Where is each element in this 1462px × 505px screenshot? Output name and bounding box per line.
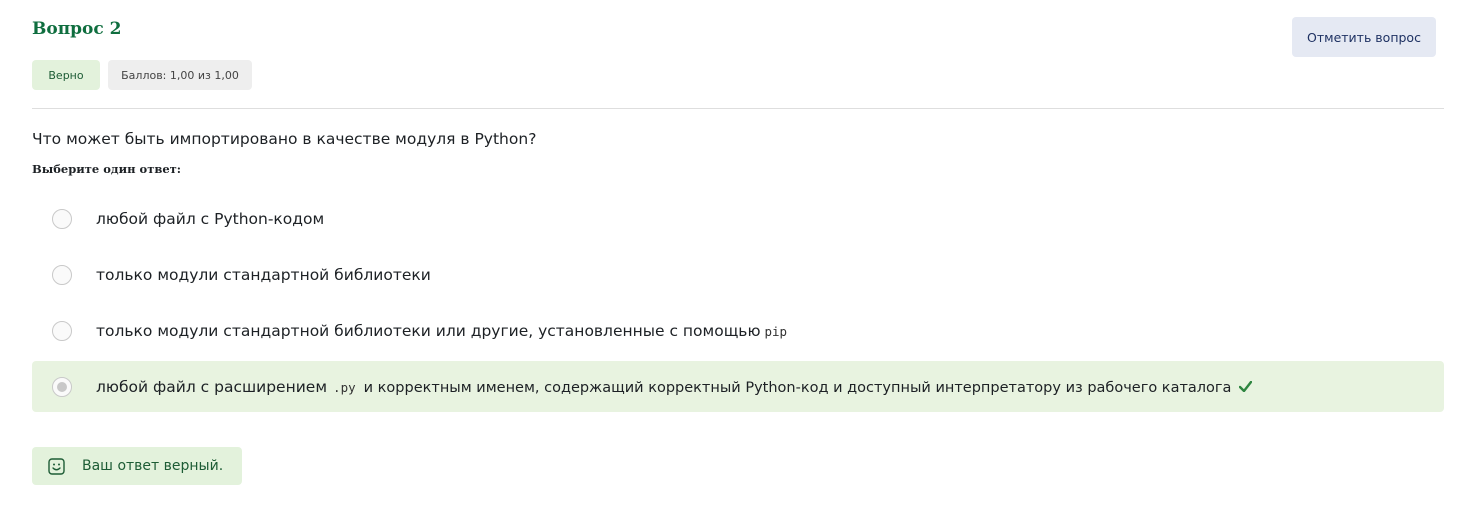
question-title: Вопрос 2 [32, 19, 122, 39]
feedback-box: Ваш ответ верный. [32, 447, 242, 485]
answer-label: любой файл с расширением .py и корректны… [96, 377, 1253, 396]
answer-text-before: любой файл с расширением [96, 377, 328, 396]
answer-option-1[interactable]: любой файл с Python-кодом [32, 193, 1444, 244]
answer-text: любой файл с Python-кодом [96, 209, 325, 228]
answer-text: только модули стандартной библиотеки [96, 265, 431, 284]
flag-question-button[interactable]: Отметить вопрос [1292, 17, 1436, 57]
smile-icon [48, 458, 65, 475]
answer-label: только модули стандартной библиотеки или… [96, 322, 787, 340]
divider [32, 108, 1444, 109]
answer-label: только модули стандартной библиотеки [96, 266, 431, 284]
check-icon [1239, 380, 1253, 396]
code-snippet: pip [764, 323, 788, 339]
answer-text: только модули стандартной библиотеки или… [96, 321, 761, 340]
answer-option-2[interactable]: только модули стандартной библиотеки [32, 249, 1444, 300]
answer-label: любой файл с Python-кодом [96, 210, 324, 228]
radio-button[interactable] [52, 320, 72, 341]
code-snippet: .py [333, 379, 356, 395]
feedback-text: Ваш ответ верный. [82, 458, 224, 474]
radio-button-selected[interactable] [52, 376, 72, 397]
answer-option-4[interactable]: любой файл с расширением .py и корректны… [32, 361, 1444, 412]
status-badge: Верно [32, 60, 100, 90]
answer-prompt: Выберите один ответ: [32, 162, 182, 176]
answer-option-3[interactable]: только модули стандартной библиотеки или… [32, 305, 1444, 356]
radio-button[interactable] [52, 264, 72, 285]
question-text: Что может быть импортировано в качестве … [32, 130, 537, 148]
answer-text-after: и корректным именем, содержащий корректн… [363, 379, 1232, 396]
score-badge: Баллов: 1,00 из 1,00 [108, 60, 252, 90]
radio-button[interactable] [52, 208, 72, 229]
question-page: Вопрос 2 Отметить вопрос Верно Баллов: 1… [0, 0, 1462, 505]
